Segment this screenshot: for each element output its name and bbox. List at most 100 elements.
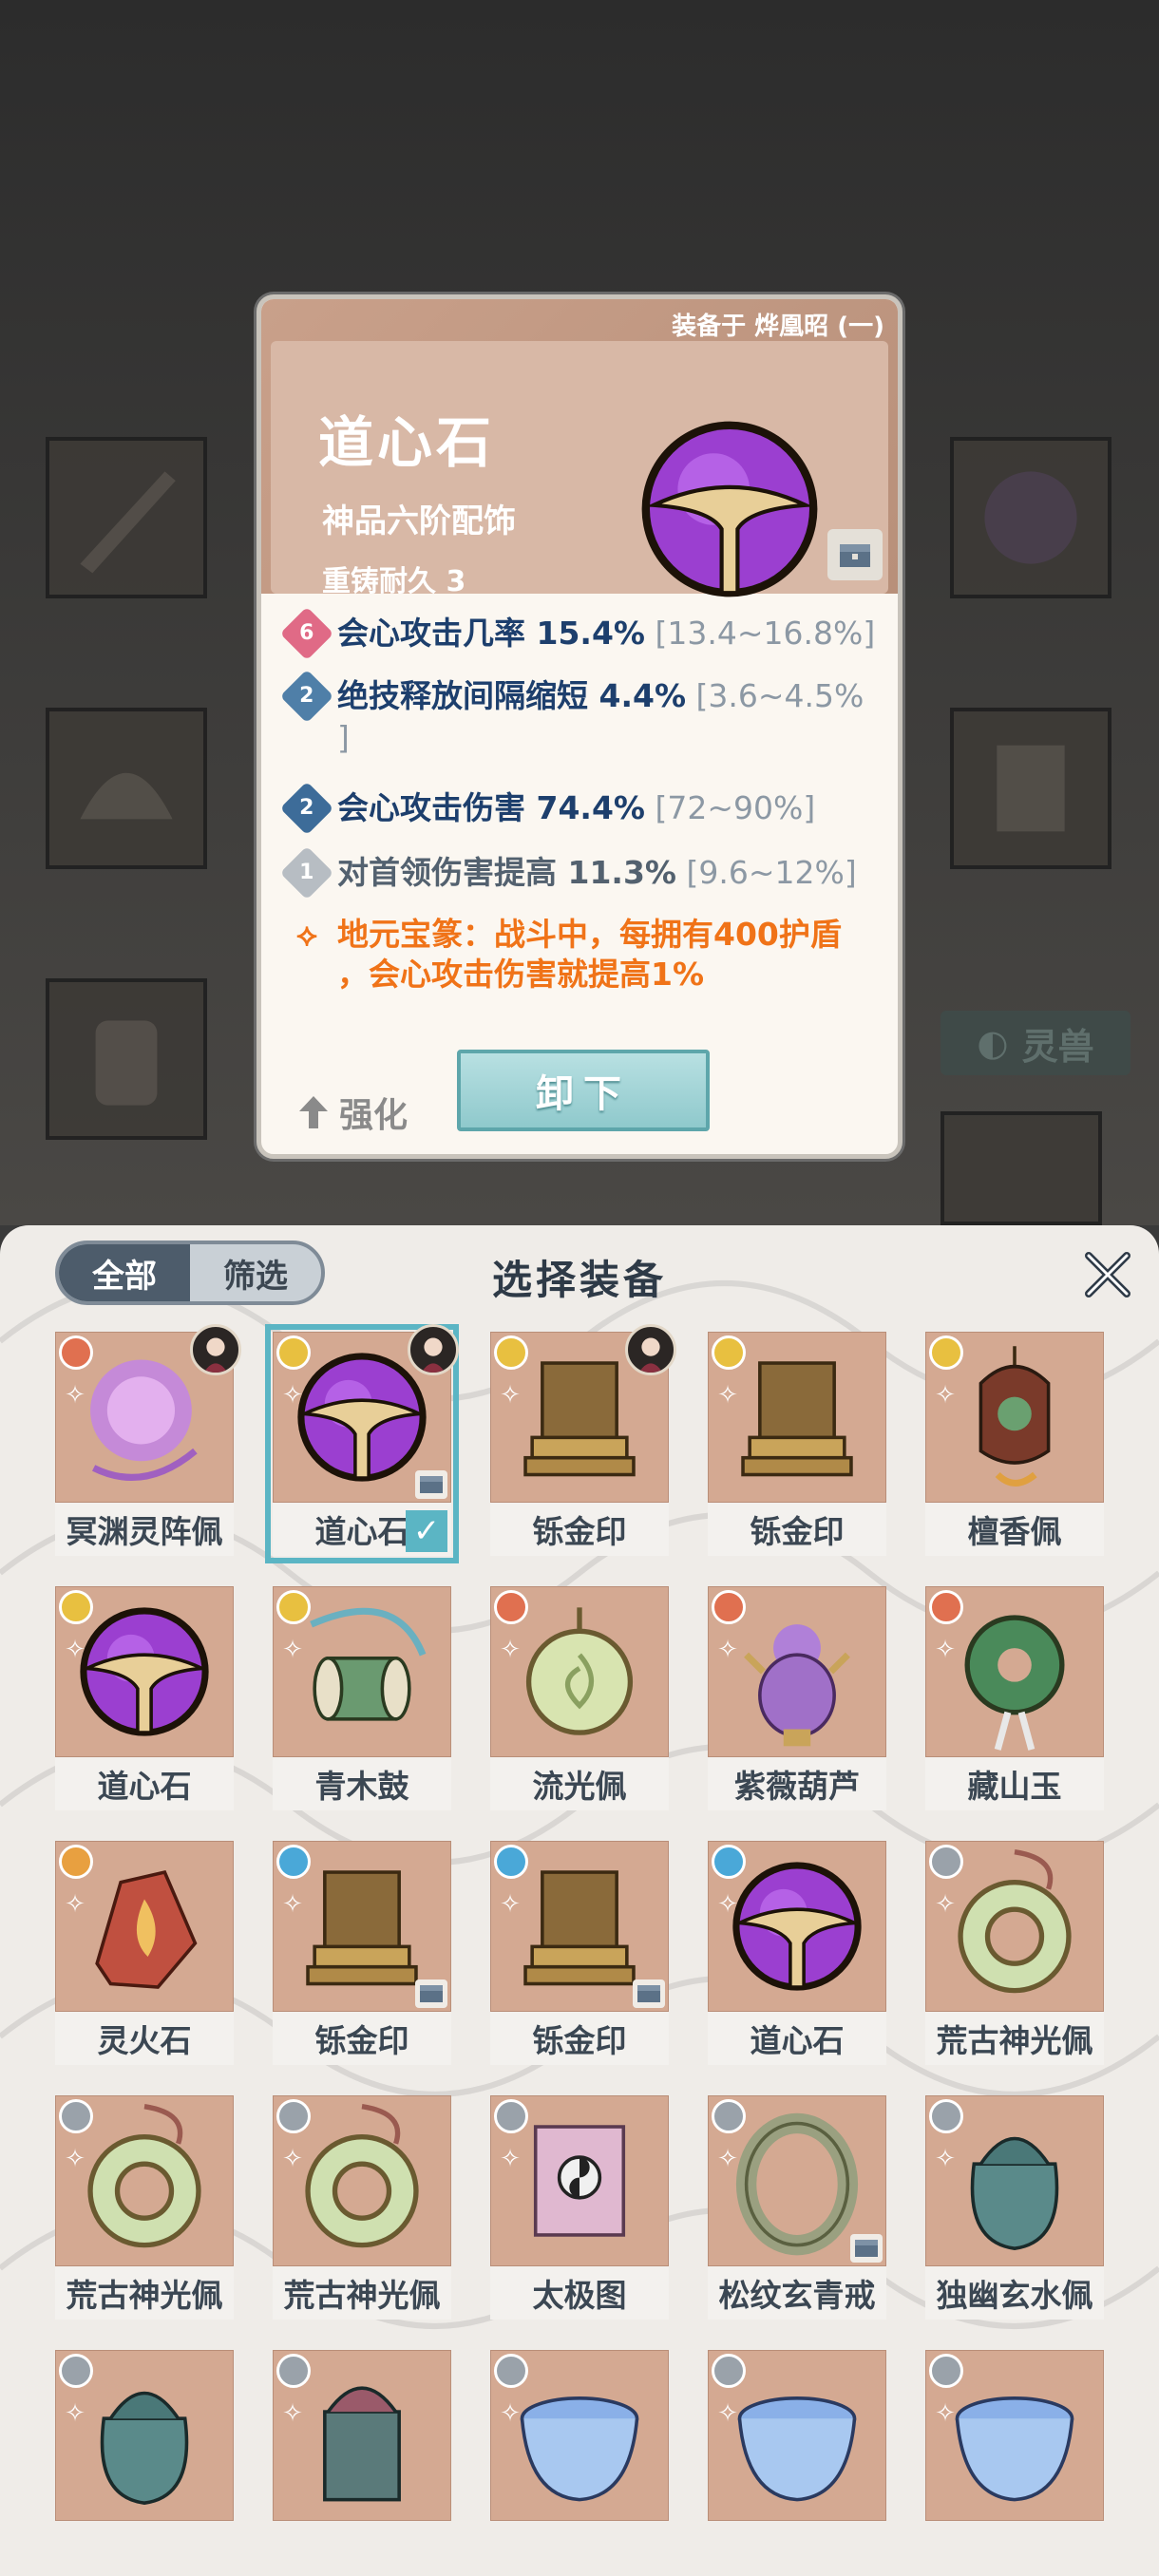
close-icon[interactable] [1081, 1248, 1134, 1301]
special-effect: ⟡ 地元宝篆：战斗中，每拥有400护盾 ，会心攻击伤害就提高1% [288, 915, 879, 994]
character-avatar [625, 1324, 676, 1375]
rarity-icon [59, 1590, 93, 1624]
set-symbol-icon: ✧ [500, 1381, 521, 1410]
lock-box-icon [850, 2234, 883, 2263]
rarity-icon [929, 1845, 963, 1879]
set-symbol-icon: ✧ [935, 2145, 956, 2173]
set-symbol-icon: ✧ [65, 1636, 86, 1664]
set-symbol-icon: ✧ [65, 1381, 86, 1410]
equipment-item[interactable]: ✧ 道心石 [55, 1586, 234, 1810]
equipment-item[interactable]: ✧ 太极图 [490, 2095, 669, 2320]
equipment-item[interactable]: ✧ [925, 2350, 1104, 2574]
special-effect-line2: ，会心攻击伤害就提高1% [337, 956, 705, 993]
set-symbol-icon: ✧ [717, 2145, 738, 2173]
stat-text: 会心攻击几率 15.4% [337, 615, 645, 652]
rarity-icon [59, 1335, 93, 1370]
set-symbol-icon: ✧ [935, 1636, 956, 1664]
select-equipment-panel: 全部 筛选 选择装备 ✧ 冥渊灵阵佩 ✧ 道心石 ✓ ✧ 铄金印 ✧ 铄金印 ✧ 檀香佩 ✧ 道心石 ✧ 青… [0, 1225, 1159, 2576]
set-symbol-icon: ✧ [500, 2145, 521, 2173]
rarity-icon [59, 1845, 93, 1879]
set-symbol-icon: ✧ [65, 2399, 86, 2428]
set-symbol-icon: ✧ [282, 1636, 303, 1664]
item-name: 荒古神光佩 [925, 2012, 1104, 2065]
rarity-icon [494, 1845, 528, 1879]
bg-slot-accessory[interactable] [950, 437, 1112, 598]
equipment-item[interactable]: ✧ 松纹玄青戒 [708, 2095, 886, 2320]
stat-text: 绝技释放间隔缩短 4.4% [337, 677, 687, 714]
item-name: 道心石 [708, 2012, 886, 2065]
stat-range: [13.4~16.8%] [655, 615, 876, 652]
rarity-icon [276, 2354, 311, 2388]
unequip-button[interactable]: 卸下 [457, 1050, 710, 1131]
equipment-item[interactable]: ✧ 青木鼓 [273, 1586, 451, 1810]
equipment-item[interactable]: ✧ 道心石 [708, 1841, 886, 2065]
equipment-item[interactable]: ✧ [55, 2350, 234, 2574]
set-symbol-icon: ✧ [717, 1890, 738, 1919]
equipment-item[interactable]: ✧ 冥渊灵阵佩 [55, 1324, 241, 1556]
equipment-item[interactable]: ✧ 紫薇葫芦 [708, 1586, 886, 1810]
character-avatar [190, 1324, 241, 1375]
set-symbol-icon: ✧ [500, 1890, 521, 1919]
equipment-item[interactable]: ✧ 铄金印 [708, 1332, 886, 1556]
equipment-item[interactable]: ✧ 荒古神光佩 [925, 1841, 1104, 2065]
equipment-item[interactable]: ✧ 灵火石 [55, 1841, 234, 2065]
stat-line-3: 2 会心攻击伤害 74.4% [72~90%] [279, 781, 879, 836]
equipment-item[interactable]: ✧ 荒古神光佩 [273, 2095, 451, 2320]
lock-box-icon[interactable] [827, 529, 883, 580]
set-symbol-icon: ✧ [717, 2399, 738, 2428]
set-symbol-icon: ✧ [282, 1381, 303, 1410]
set-symbol-icon: ✧ [282, 2145, 303, 2173]
dao-heart-stone-icon [641, 421, 818, 597]
lock-box-icon [633, 1979, 665, 2008]
stat-line-2: 2 绝技释放间隔缩短 4.4% [3.6~4.5%] [279, 669, 879, 759]
stat-text: 会心攻击伤害 74.4% [337, 789, 645, 826]
equipment-item[interactable]: ✧ [708, 2350, 886, 2574]
rank-badge-icon: 2 [279, 669, 334, 724]
equipment-item[interactable]: ✧ 藏山玉 [925, 1586, 1104, 1810]
strengthen-button[interactable]: 强化 [297, 1088, 408, 1137]
item-name: 檀香佩 [925, 1503, 1104, 1556]
equipment-item[interactable]: ✧ 流光佩 [490, 1586, 669, 1810]
equipment-item[interactable]: ✧ 檀香佩 [925, 1332, 1104, 1556]
bg-slot-boots[interactable] [46, 978, 207, 1140]
item-name: 冥渊灵阵佩 [55, 1503, 234, 1556]
rank-badge-icon: 2 [279, 781, 334, 836]
item-durability: 重铸耐久 3 [322, 565, 466, 598]
item-name: 流光佩 [490, 1757, 669, 1810]
rank-badge-icon: 6 [279, 606, 334, 661]
rarity-icon [712, 1590, 746, 1624]
stat-line-4: 1 对首领伤害提高 11.3% [9.6~12%] [279, 845, 879, 900]
equipment-item[interactable]: ✧ 铄金印 [490, 1324, 676, 1556]
rarity-icon [276, 1335, 311, 1370]
bg-slot-armor[interactable] [950, 708, 1112, 869]
item-name: 道心石 [55, 1757, 234, 1810]
lock-box-icon [415, 1979, 447, 2008]
rarity-icon [494, 1590, 528, 1624]
card-header: 装备于 烨凰昭 (一) 道心石 神品六阶配饰 重铸耐久 3 [261, 299, 898, 598]
item-name: 道心石 [318, 410, 496, 475]
spirit-beast-button[interactable]: ◐ 灵兽 [940, 1011, 1130, 1075]
rarity-icon [929, 1335, 963, 1370]
equipment-item[interactable]: ✧ 铄金印 [273, 1841, 451, 2065]
equipment-item[interactable]: ✧ 独幽玄水佩 [925, 2095, 1104, 2320]
item-name: 荒古神光佩 [273, 2266, 451, 2320]
rarity-icon [494, 1335, 528, 1370]
upgrade-arrow-icon [299, 1096, 328, 1128]
equipment-item[interactable]: ✧ [490, 2350, 669, 2574]
rarity-icon [59, 2354, 93, 2388]
rarity-icon [929, 1590, 963, 1624]
equipment-item[interactable]: ✧ 荒古神光佩 [55, 2095, 234, 2320]
equipment-item[interactable]: ✧ 铄金印 [490, 1841, 669, 2065]
spirit-beast-label: 灵兽 [1021, 1025, 1094, 1068]
item-name: 青木鼓 [273, 1757, 451, 1810]
equipment-item[interactable]: ✧ 道心石 ✓ [265, 1324, 459, 1563]
card-header-panel: 道心石 神品六阶配饰 重铸耐久 3 [271, 341, 888, 598]
stat-text: 对首领伤害提高 11.3% [337, 854, 676, 891]
set-symbol-icon: ✧ [282, 2399, 303, 2428]
bg-slot-weapon[interactable] [46, 437, 207, 598]
bg-slot-helmet[interactable] [46, 708, 207, 869]
item-name: 荒古神光佩 [55, 2266, 234, 2320]
rarity-icon [494, 2354, 528, 2388]
equipment-item[interactable]: ✧ [273, 2350, 451, 2574]
bg-slot-beast[interactable] [940, 1111, 1102, 1225]
